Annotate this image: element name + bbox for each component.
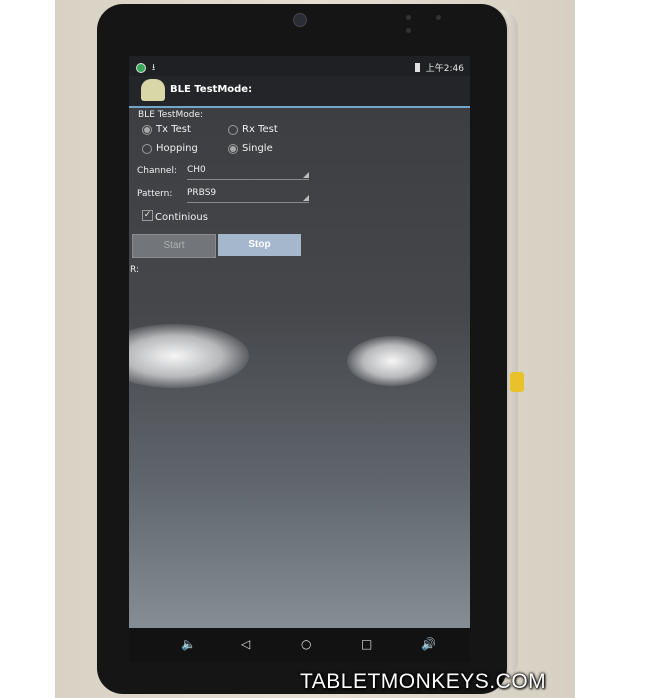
volume-down-icon[interactable]: 🔈: [181, 637, 196, 651]
battery-icon: [414, 63, 420, 72]
status-right: 上午2:46: [414, 61, 464, 74]
pattern-dropdown[interactable]: PRBS9: [187, 188, 309, 203]
hopping-label[interactable]: Hopping: [156, 143, 198, 154]
rx-test-radio[interactable]: [228, 125, 238, 135]
home-icon[interactable]: ○: [301, 637, 311, 651]
volume-up-icon[interactable]: 🔊: [421, 637, 436, 651]
pattern-label: Pattern:: [137, 189, 173, 199]
status-left: ⭳: [136, 60, 155, 76]
sync-icon: [136, 63, 146, 73]
watermark-text: TABLETMONKEYS.COM: [300, 670, 547, 693]
channel-dropdown[interactable]: CH0: [187, 165, 309, 180]
start-button[interactable]: Start: [132, 234, 216, 258]
tablet-screen: ⭳ 上午2:46 BLE TestMode: BLE TestMode: Tx …: [129, 56, 470, 628]
tx-test-label[interactable]: Tx Test: [156, 124, 191, 135]
recents-icon[interactable]: □: [361, 637, 372, 651]
status-time: 上午2:46: [425, 64, 464, 74]
stop-button[interactable]: Stop: [218, 234, 301, 256]
yellow-tape: [510, 372, 524, 392]
download-icon: ⭳: [152, 63, 156, 73]
dropdown-caret-icon: [303, 195, 309, 201]
back-icon[interactable]: ◁: [241, 637, 250, 651]
tx-test-radio[interactable]: [142, 125, 152, 135]
light-glare: [347, 336, 437, 386]
android-app-icon: [141, 79, 165, 101]
rx-test-label[interactable]: Rx Test: [242, 124, 278, 135]
sensor-dot: [406, 15, 411, 20]
result-label: R:: [130, 265, 140, 275]
pattern-value: PRBS9: [187, 188, 217, 198]
continuous-label[interactable]: Continious: [155, 212, 208, 223]
section-label: BLE TestMode:: [138, 110, 204, 120]
status-bar: ⭳ 上午2:46: [129, 56, 470, 76]
channel-label: Channel:: [137, 166, 177, 176]
light-glare: [129, 324, 249, 388]
single-radio[interactable]: [228, 144, 238, 154]
front-camera: [293, 13, 307, 27]
sensor-dot: [436, 15, 441, 20]
single-label[interactable]: Single: [242, 143, 273, 154]
channel-value: CH0: [187, 165, 206, 175]
action-bar: BLE TestMode:: [129, 76, 470, 108]
continuous-checkbox[interactable]: ✓: [142, 210, 153, 221]
hopping-radio[interactable]: [142, 144, 152, 154]
sensor-dot: [406, 28, 411, 33]
app-title: BLE TestMode:: [170, 84, 253, 95]
navigation-bar: 🔈 ◁ ○ □ 🔊: [129, 628, 470, 662]
dropdown-caret-icon: [303, 172, 309, 178]
